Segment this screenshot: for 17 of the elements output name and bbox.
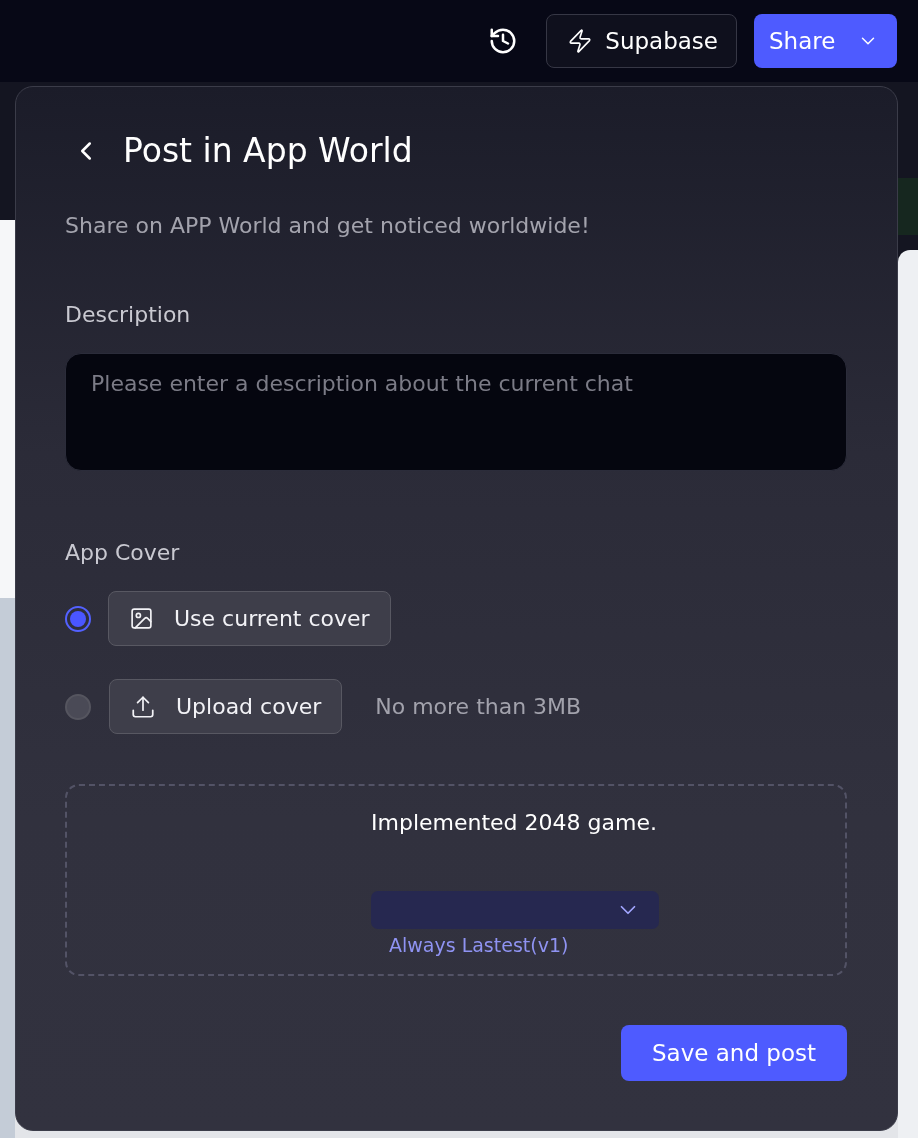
description-label: Description (65, 301, 192, 329)
share-button[interactable]: Share (754, 14, 897, 68)
dialog-title: Post in App World (123, 131, 413, 171)
cover-option-button[interactable]: Use current cover (108, 591, 391, 646)
supabase-button[interactable]: Supabase (546, 14, 737, 68)
save-and-post-button[interactable]: Save and post (621, 1025, 847, 1081)
radio-button[interactable] (65, 693, 91, 720)
size-hint: No more than 3MB (375, 694, 582, 719)
dialog-subtitle: Share on APP World and get noticed worldwide! (65, 212, 591, 240)
app-cover-label: App Cover (65, 539, 181, 567)
radio-button[interactable] (65, 605, 91, 632)
description-field[interactable]: Please enter a description about the current chat (65, 353, 847, 471)
preview-text: Implemented 2048 game. (371, 809, 657, 837)
cover-option-button[interactable]: Upload cover (109, 679, 343, 734)
side-panel (898, 178, 918, 235)
image-icon (129, 606, 154, 631)
version-text: Always Lastest(v1) (389, 933, 569, 957)
